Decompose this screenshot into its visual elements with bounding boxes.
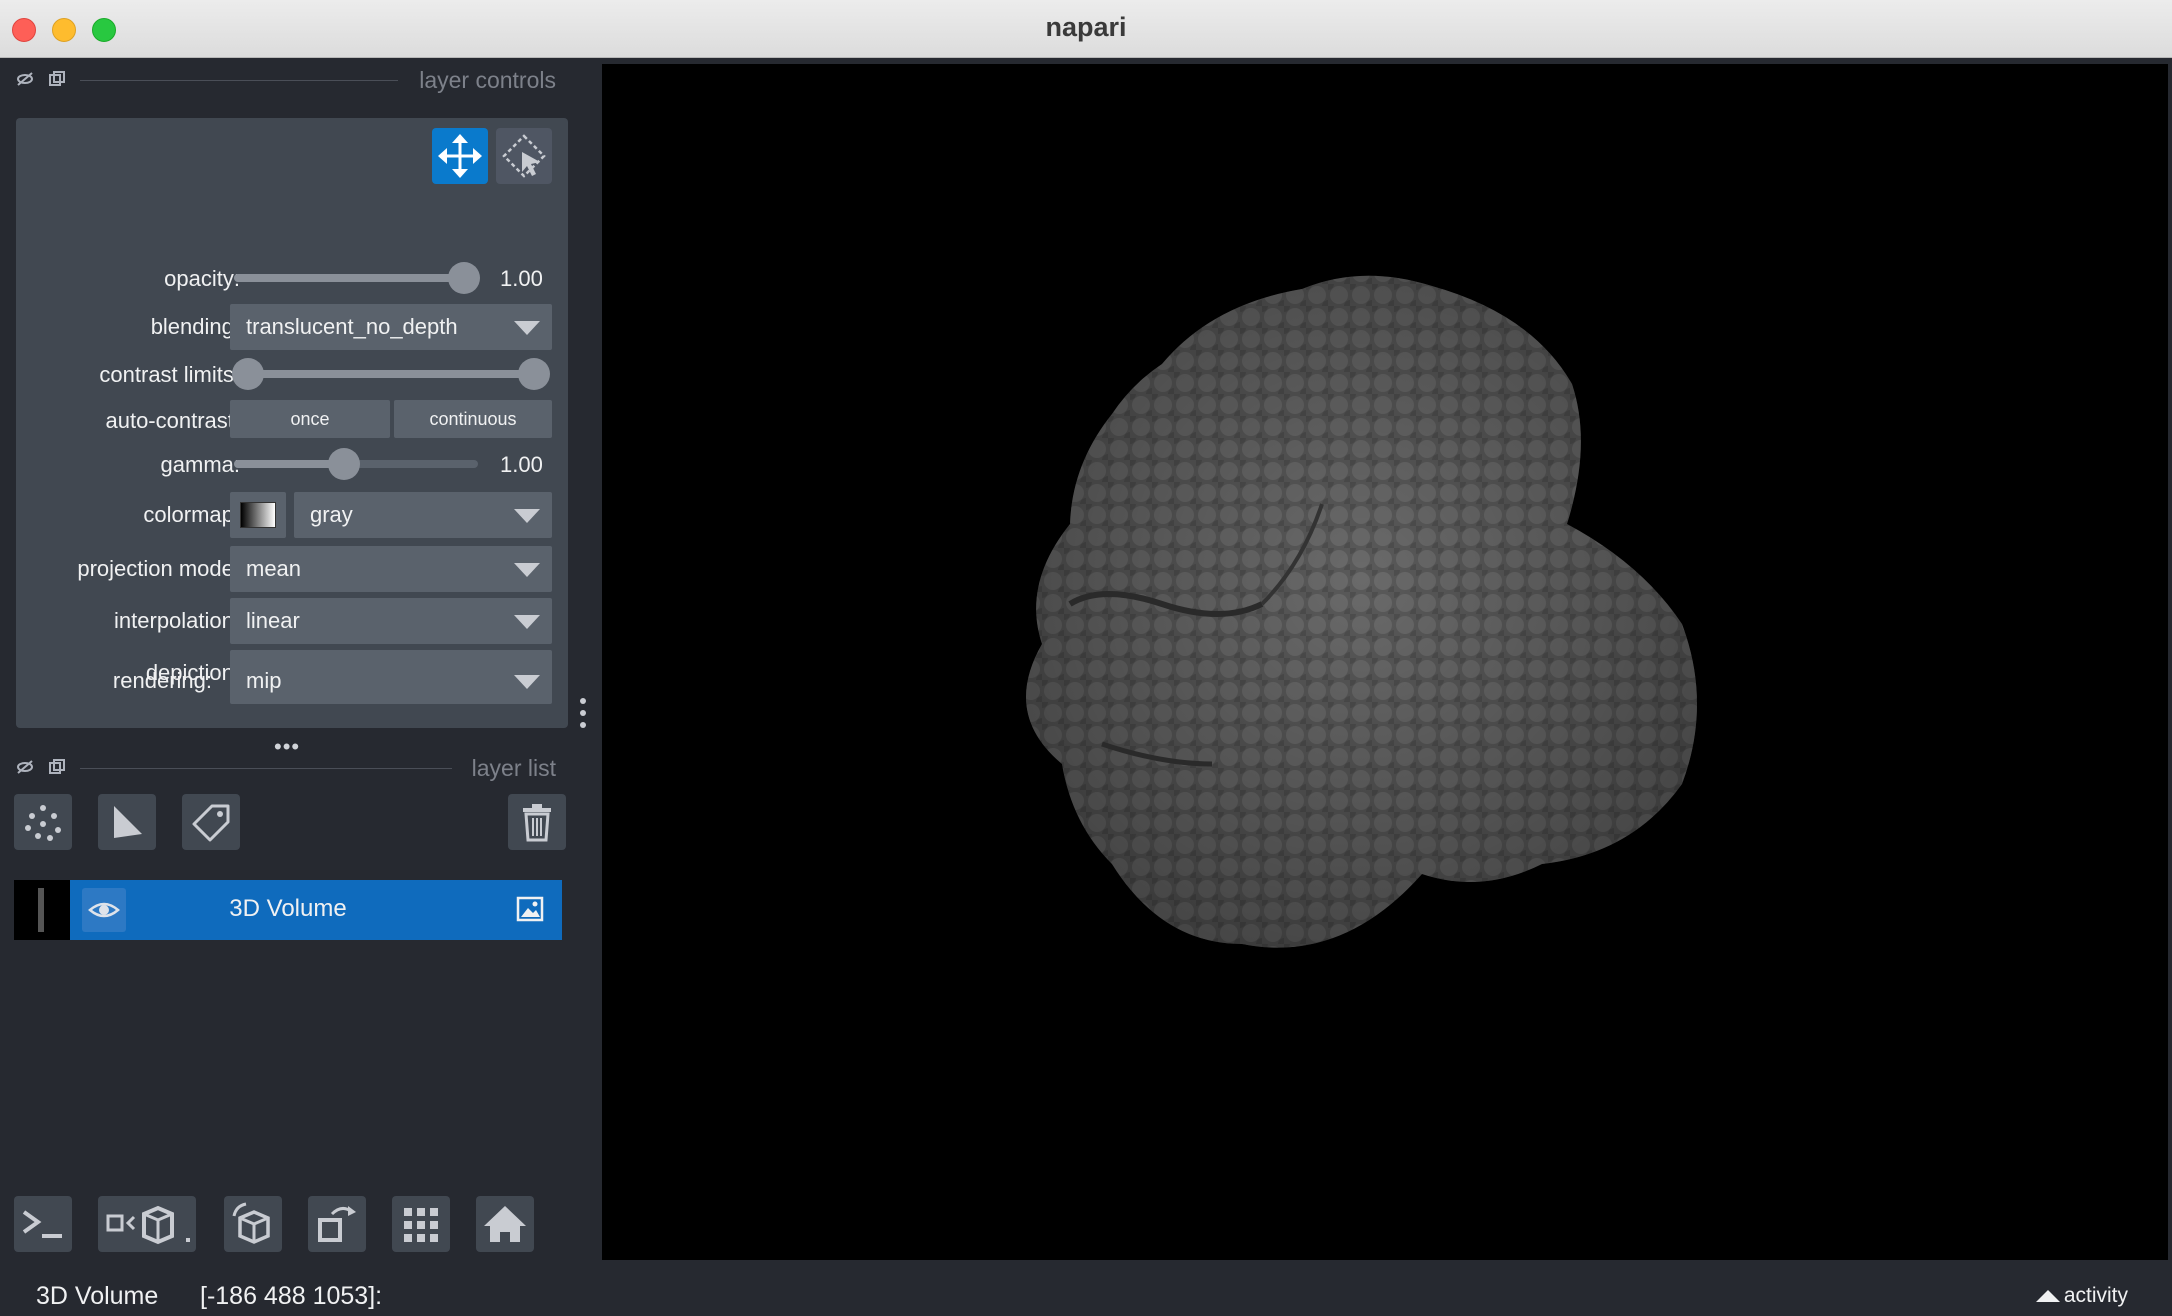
chevron-down-icon [514, 615, 540, 629]
transform-button[interactable] [496, 128, 552, 184]
colormap-value: gray [310, 502, 353, 527]
auto-contrast-continuous-button[interactable]: continuous [394, 400, 552, 438]
title-bar: napari [0, 0, 2172, 58]
left-dock: layer controls opacity: 1.00 blending: t… [0, 58, 602, 1258]
new-shapes-layer-button[interactable] [98, 794, 156, 850]
labels-icon [192, 804, 230, 842]
gamma-label: gamma: [160, 452, 240, 477]
interpolation-value: linear [246, 608, 300, 633]
window-title: napari [1045, 12, 1127, 42]
chevron-up-icon [2035, 1290, 2060, 1303]
layer-controls-header: layer controls [0, 58, 580, 102]
projection-mode-label: projection mode: [77, 556, 240, 581]
trash-icon [523, 804, 551, 842]
status-layer-name: 3D Volume [36, 1282, 159, 1310]
rendering-label: rendering: [112, 668, 212, 693]
blending-label: blending: [150, 314, 240, 339]
auto-contrast-once-button[interactable]: once [230, 400, 390, 438]
dock-resize-handle[interactable] [580, 698, 588, 734]
projection-mode-value: mean [246, 556, 302, 581]
close-panel-icon[interactable] [48, 70, 66, 88]
points-icon [25, 805, 61, 841]
pan-zoom-button[interactable] [432, 128, 488, 184]
new-labels-layer-button[interactable] [182, 794, 240, 850]
grid-icon [404, 1208, 438, 1242]
gamma-slider-handle[interactable] [328, 448, 360, 480]
new-points-layer-button[interactable] [14, 794, 72, 850]
blending-dropdown[interactable]: translucent_no_depth [230, 304, 552, 350]
interpolation-label: interpolation: [114, 608, 240, 633]
close-panel-icon[interactable] [48, 758, 66, 776]
move-arrows-icon [438, 134, 482, 178]
chevron-down-icon [514, 675, 540, 689]
shapes-icon [114, 806, 142, 838]
image-icon [516, 896, 544, 922]
ndisplay-toggle-button[interactable] [98, 1196, 196, 1252]
roll-axes-icon [232, 1202, 270, 1244]
activity-label: activity [2063, 1284, 2128, 1307]
opacity-value: 1.00 [500, 266, 543, 291]
console-button[interactable] [14, 1196, 72, 1252]
contrast-limits-slider[interactable] [232, 358, 550, 390]
interpolation-dropdown[interactable]: linear [230, 598, 552, 644]
roll-axes-button[interactable] [224, 1196, 282, 1252]
transpose-axes-button[interactable] [308, 1196, 366, 1252]
volume-render [1026, 275, 1697, 948]
select-transform-icon [502, 134, 546, 178]
layer-name[interactable]: 3D Volume [14, 895, 562, 923]
colormap-preview [230, 492, 286, 538]
home-button[interactable] [476, 1196, 534, 1252]
projection-mode-dropdown[interactable]: mean [230, 546, 552, 592]
grid-view-button[interactable] [392, 1196, 450, 1252]
layer-list-header: layer list [0, 746, 580, 790]
layer-list-title: layer list [471, 755, 556, 781]
viewer-canvas[interactable] [602, 64, 2168, 1260]
layer-controls-title: layer controls [419, 67, 556, 93]
chevron-down-icon [514, 563, 540, 577]
float-panel-icon[interactable] [16, 70, 34, 88]
rendering-dropdown[interactable]: mip [230, 658, 552, 704]
activity-button[interactable]: activity [2035, 1284, 2128, 1308]
ndisplay-toggle-icon [106, 1205, 190, 1245]
console-icon [22, 1210, 62, 1238]
float-panel-icon[interactable] [16, 758, 34, 776]
colormap-label: colormap: [143, 502, 240, 527]
status-coordinates: [-186 488 1053]: [200, 1282, 383, 1310]
chevron-down-icon [514, 321, 540, 335]
contrast-low-handle[interactable] [232, 358, 264, 390]
blending-value: translucent_no_depth [246, 314, 458, 339]
contrast-high-handle[interactable] [518, 358, 550, 390]
status-bar: 3D Volume [-186 488 1053]: activity [0, 1260, 2172, 1316]
rendering-value: mip [246, 668, 282, 693]
layer-controls-panel: opacity: 1.00 blending: translucent_no_d… [16, 118, 568, 728]
opacity-slider-handle[interactable] [448, 262, 480, 294]
auto-contrast-label: auto-contrast: [105, 408, 240, 433]
transpose-icon [318, 1206, 356, 1242]
opacity-slider[interactable] [234, 262, 480, 294]
chevron-down-icon [514, 509, 540, 523]
home-icon [484, 1206, 526, 1242]
colormap-gradient-swatch [240, 502, 276, 528]
gamma-slider[interactable] [234, 448, 478, 480]
layer-item-3d-volume[interactable]: 3D Volume [14, 880, 562, 940]
opacity-label: opacity: [164, 266, 240, 291]
delete-layer-button[interactable] [508, 794, 566, 850]
contrast-limits-label: contrast limits: [99, 362, 240, 387]
gamma-value: 1.00 [500, 452, 543, 477]
colormap-dropdown[interactable]: gray [294, 492, 552, 538]
